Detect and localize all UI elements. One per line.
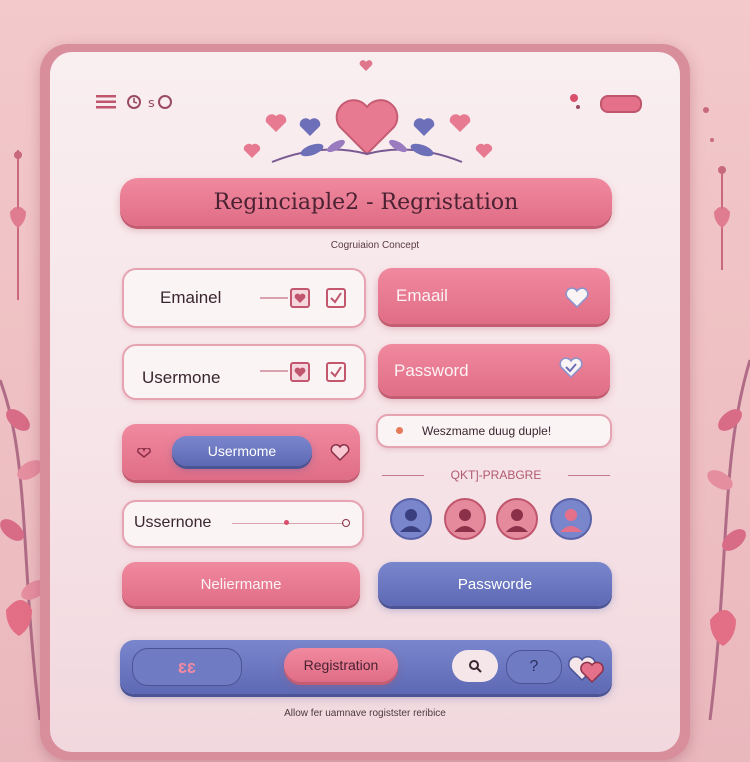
field-slider-line	[260, 297, 288, 299]
usermome-button-label: Usermome	[207, 443, 277, 459]
emainel-field[interactable]: Emainel	[122, 268, 366, 328]
slider-handle[interactable]	[342, 519, 350, 527]
svg-text:ꜱ: ꜱ	[148, 95, 155, 110]
ussernone-field[interactable]: Ussernone	[122, 500, 364, 548]
heart-checkbox-icon[interactable]	[290, 288, 310, 308]
section-divider: QKT]-PRABGRE	[382, 468, 610, 484]
search-icon	[469, 660, 482, 673]
hearts-icon[interactable]	[566, 650, 608, 686]
hearts-decoration-icon	[243, 99, 493, 163]
page-subtitle: Cogruiaion Concept	[330, 240, 420, 251]
heart-icon	[565, 287, 589, 309]
notice-box: Weszmame duug duple!	[376, 414, 612, 448]
field-slider-line	[260, 370, 288, 372]
footer-note: Allow fer uamnave rogistster reribice	[284, 708, 446, 719]
username-row: Usermome	[122, 424, 360, 480]
usermome-button[interactable]: Usermome	[172, 436, 312, 466]
heart-icon	[330, 444, 350, 462]
top-heart-icon	[359, 60, 373, 71]
footer-badge[interactable]: ԑԑ	[132, 648, 242, 686]
status-dots-icon	[570, 94, 580, 109]
neliermame-button-label: Neliermame	[200, 575, 282, 593]
heart-check-icon	[559, 357, 583, 379]
passworde-button[interactable]: Passworde	[378, 562, 612, 606]
title-banner: Reginciaple2 - Regristation	[120, 178, 612, 226]
help-button[interactable]: ?	[506, 650, 562, 684]
notice-text: Weszmame duug duple!	[422, 424, 552, 438]
toggle-switch[interactable]	[600, 95, 642, 113]
emainel-label: Emainel	[160, 288, 222, 307]
registration-button-label: Registration	[303, 657, 379, 673]
avatar-icon[interactable]	[444, 498, 486, 540]
email-field[interactable]: Emaail	[378, 268, 610, 324]
avatar-icon[interactable]	[496, 498, 538, 540]
footer-bar: ԑԑ Registration ?	[120, 640, 612, 694]
password-label: Password	[394, 361, 469, 380]
avatar-icon[interactable]	[390, 498, 432, 540]
password-field[interactable]: Password	[378, 344, 610, 396]
settings-icon[interactable]: ꜱ	[148, 94, 174, 110]
checkbox-icon[interactable]	[326, 362, 346, 382]
heart-outline-icon	[137, 448, 151, 458]
menu-icon[interactable]	[96, 95, 116, 109]
usermone-label: Usermone	[142, 368, 221, 387]
clock-icon[interactable]	[126, 94, 142, 110]
ussernone-label: Ussernone	[134, 514, 212, 531]
page-title: Reginciaple2 - Regristation	[213, 189, 519, 215]
search-button[interactable]	[452, 650, 498, 682]
heart-checkbox-icon[interactable]	[290, 362, 310, 382]
help-icon: ?	[529, 658, 539, 675]
passworde-button-label: Passworde	[457, 575, 533, 593]
usermone-field[interactable]: Usermone	[122, 344, 366, 400]
slider-heart-icon	[284, 520, 289, 525]
registration-button[interactable]: Registration	[284, 648, 398, 682]
footer-badge-text: ԑԑ	[178, 656, 196, 677]
neliermame-button[interactable]: Neliermame	[122, 562, 360, 606]
email-label: Emaail	[396, 286, 448, 305]
notice-dot-icon	[396, 427, 403, 434]
avatar-icon[interactable]	[550, 498, 592, 540]
checkbox-icon[interactable]	[326, 288, 346, 308]
